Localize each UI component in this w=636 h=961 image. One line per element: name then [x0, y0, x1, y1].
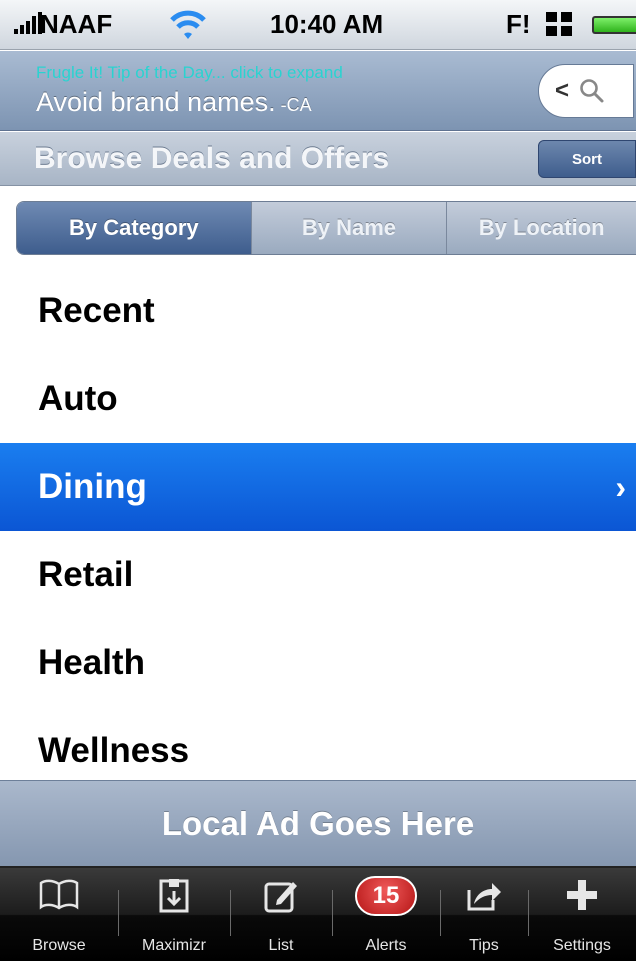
- tab-divider: [528, 890, 529, 936]
- list-item-label: Dining: [38, 467, 147, 506]
- tab-alerts[interactable]: 15 Alerts: [332, 868, 440, 961]
- tip-title: Frugle It! Tip of the Day... click to ex…: [36, 63, 343, 82]
- tab-list[interactable]: List: [230, 868, 332, 961]
- tab-browse[interactable]: Browse: [0, 868, 118, 961]
- tip-body: Avoid brand names.: [36, 87, 276, 117]
- book-icon: [39, 879, 79, 910]
- compose-icon: [264, 882, 297, 913]
- list-item-health[interactable]: Health: [0, 619, 636, 707]
- wifi-icon: [170, 10, 206, 39]
- maximizr-icon: [159, 879, 189, 913]
- list-item-label: Health: [38, 643, 145, 682]
- category-list: Recent Auto Dining › Retail Health Welln…: [0, 267, 636, 795]
- chevron-left-icon: <: [555, 77, 570, 104]
- tab-label: Settings: [553, 937, 611, 954]
- local-ad-banner[interactable]: Local Ad Goes Here: [0, 780, 636, 868]
- alerts-badge: 15: [355, 876, 417, 916]
- tab-label: Tips: [469, 937, 499, 954]
- tab-tips[interactable]: Tips: [440, 868, 528, 961]
- search-toggle-button[interactable]: <: [538, 64, 634, 118]
- tab-maximizr[interactable]: Maximizr: [118, 868, 230, 961]
- tab-settings[interactable]: Settings: [528, 868, 636, 961]
- status-bar: NAAF 10:40 AM F!: [0, 0, 636, 50]
- tab-label: Browse: [32, 937, 86, 954]
- list-item-recent[interactable]: Recent: [0, 267, 636, 355]
- search-icon: [580, 79, 604, 103]
- segmented-control: By Category By Name By Location: [16, 201, 636, 255]
- plus-icon: [567, 880, 597, 910]
- list-item-label: Wellness: [38, 731, 190, 770]
- tab-label: Alerts: [365, 937, 407, 954]
- battery-icon: [592, 16, 636, 34]
- signal-strength-icon: [14, 10, 42, 34]
- clock: 10:40 AM: [270, 9, 384, 39]
- segment-area: By Category By Name By Location: [0, 187, 636, 267]
- list-item-dining[interactable]: Dining ›: [0, 443, 636, 531]
- tab-divider: [230, 890, 231, 936]
- tab-divider: [118, 890, 119, 936]
- tab-label: Maximizr: [142, 937, 206, 954]
- tip-text: Avoid brand names. -CA: [36, 87, 312, 118]
- list-item-label: Recent: [38, 291, 155, 330]
- tab-divider: [332, 890, 333, 936]
- sort-button[interactable]: Sort: [538, 140, 636, 178]
- share-icon: [467, 883, 501, 911]
- page-title: Browse Deals and Offers: [34, 142, 390, 175]
- tab-divider: [440, 890, 441, 936]
- segment-by-category[interactable]: By Category: [17, 202, 251, 254]
- list-item-label: Retail: [38, 555, 134, 594]
- tab-bar: Browse Maximizr List 15 Alerts Tips Sett…: [0, 868, 636, 961]
- list-item-auto[interactable]: Auto: [0, 355, 636, 443]
- tip-author: -CA: [275, 95, 312, 115]
- segment-by-name[interactable]: By Name: [250, 202, 447, 254]
- chevron-right-icon: ›: [615, 468, 626, 505]
- segment-by-location[interactable]: By Location: [446, 202, 636, 254]
- grid-icon: [546, 12, 572, 36]
- list-item-retail[interactable]: Retail: [0, 531, 636, 619]
- list-item-label: Auto: [38, 379, 118, 418]
- tab-label: List: [268, 937, 294, 954]
- carrier-name: NAAF: [40, 9, 113, 39]
- status-indicator: F!: [506, 9, 531, 39]
